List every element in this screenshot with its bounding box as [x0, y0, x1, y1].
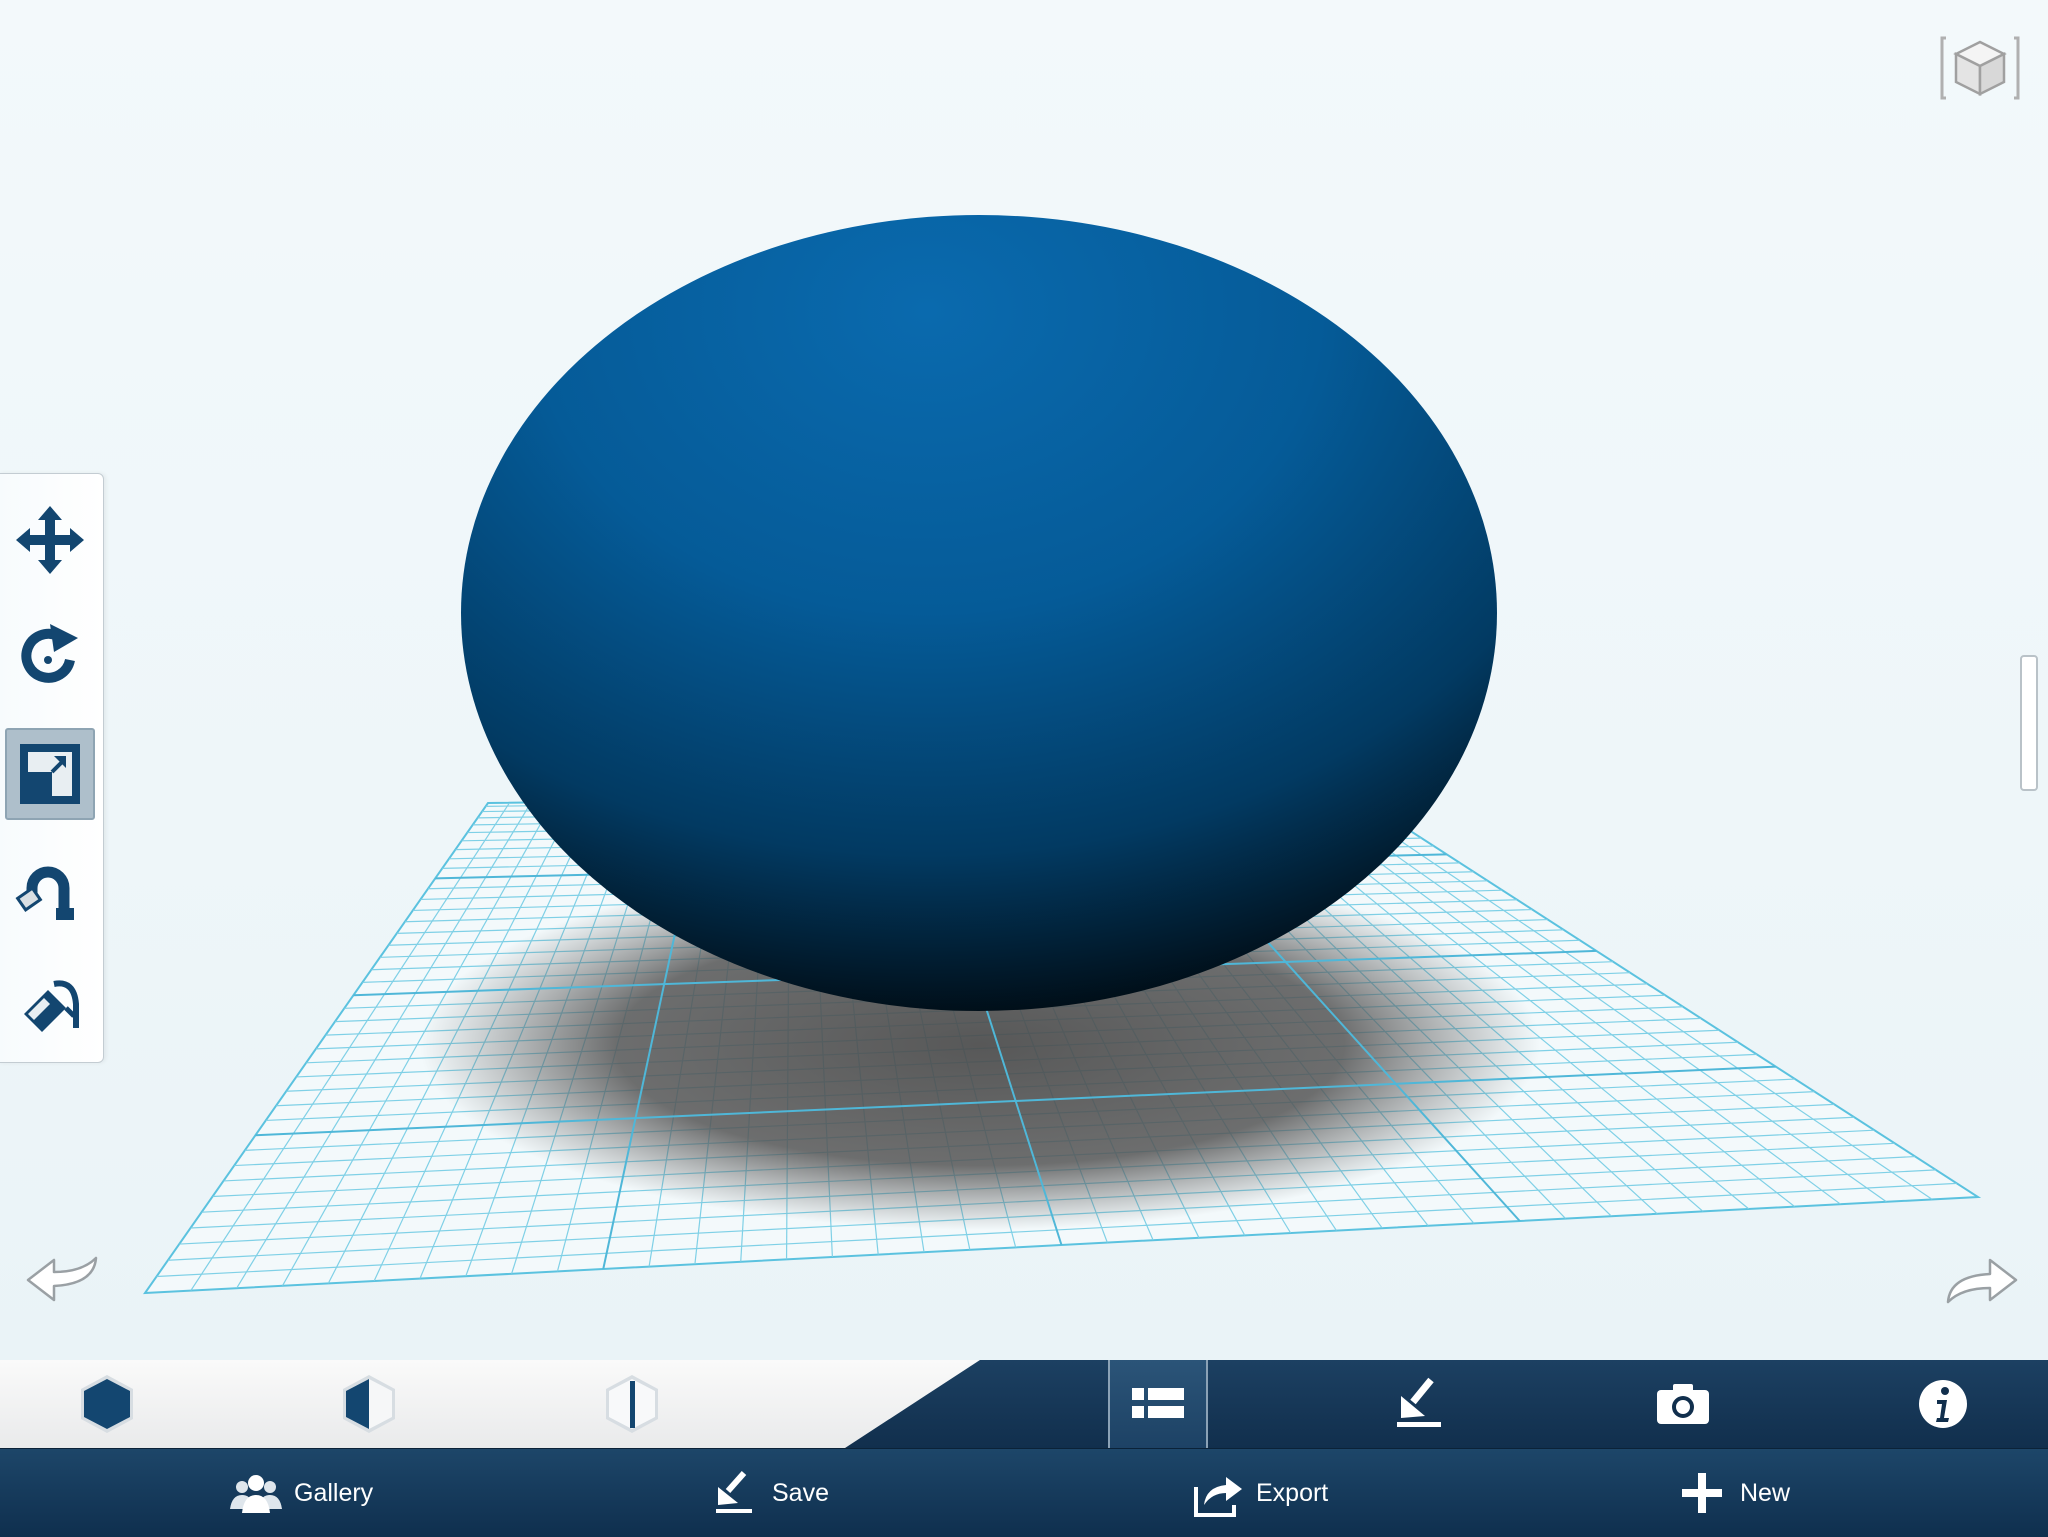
download-icon	[1397, 1377, 1441, 1427]
redo-arrow-icon	[1946, 1258, 2018, 1304]
info-icon	[1919, 1380, 1967, 1428]
new-button[interactable]: New	[1674, 1449, 1790, 1537]
scale-icon	[20, 744, 80, 804]
undo-arrow-icon	[26, 1256, 98, 1302]
camera-icon	[1657, 1384, 1709, 1424]
move-arrows-icon	[16, 506, 84, 574]
tool-palette	[0, 473, 104, 1063]
transparent-material-icon	[606, 1375, 658, 1433]
magnet-icon	[15, 866, 74, 920]
gallery-button[interactable]: Gallery	[228, 1449, 373, 1537]
save-label: Save	[772, 1478, 829, 1507]
save-icon	[716, 1471, 752, 1513]
rotate-icon	[21, 624, 78, 683]
rotate-tool-button[interactable]	[5, 610, 95, 702]
zoom-slider[interactable]	[2020, 655, 2038, 791]
export-label: Export	[1256, 1478, 1329, 1507]
snap-tool-button[interactable]	[5, 844, 95, 936]
list-icon	[1132, 1388, 1184, 1418]
redo-button[interactable]	[1940, 1250, 2020, 1310]
info-button[interactable]	[1893, 1360, 1993, 1448]
scale-tool-button[interactable]	[5, 728, 95, 820]
sphere-object	[461, 215, 1497, 1011]
new-label: New	[1740, 1478, 1791, 1507]
bottom-nav-bar: Gallery Save Export New	[0, 1448, 2048, 1537]
undo-button[interactable]	[24, 1250, 104, 1310]
toolbar	[0, 1360, 2048, 1448]
paint-bucket-icon	[24, 980, 79, 1032]
export-icon	[1194, 1477, 1242, 1517]
gallery-label: Gallery	[294, 1478, 374, 1507]
plus-icon	[1682, 1473, 1722, 1513]
solid-material-icon	[81, 1375, 133, 1433]
half-transparent-material-icon	[343, 1375, 395, 1433]
half-transparent-material-button[interactable]	[319, 1360, 419, 1448]
download-button[interactable]	[1369, 1360, 1469, 1448]
people-icon	[230, 1475, 282, 1513]
scene-canvas	[143, 215, 1982, 1295]
view-cube-icon[interactable]	[1940, 32, 2020, 104]
camera-button[interactable]	[1633, 1360, 1733, 1448]
transparent-material-button[interactable]	[582, 1360, 682, 1448]
solid-material-button[interactable]	[57, 1360, 157, 1448]
3d-viewport[interactable]	[0, 0, 2048, 1360]
list-view-button[interactable]	[1108, 1360, 1208, 1448]
save-button[interactable]: Save	[706, 1449, 829, 1537]
export-button[interactable]: Export	[1190, 1449, 1328, 1537]
move-tool-button[interactable]	[5, 494, 95, 586]
paint-tool-button[interactable]	[5, 960, 95, 1052]
